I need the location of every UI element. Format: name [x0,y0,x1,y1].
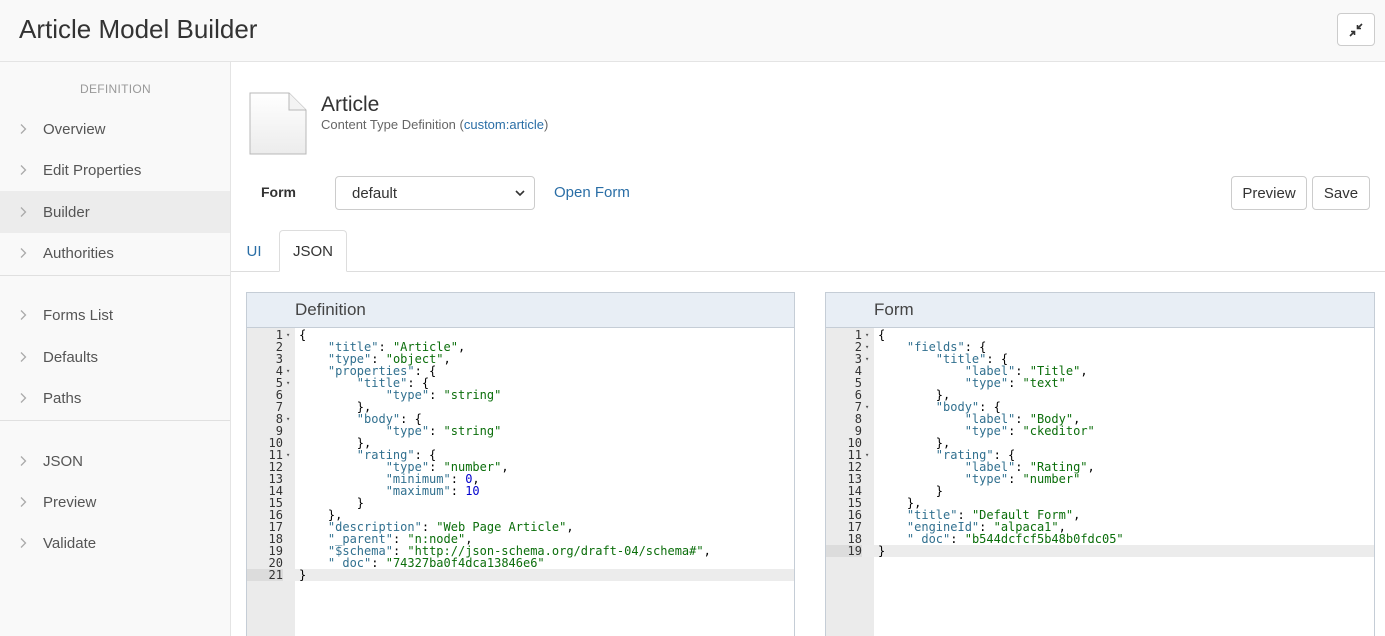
form-editor[interactable]: 1 ▾{2 ▾ "fields": {3 ▾ "title": {4 "label":… [826,328,1374,557]
sidebar-item-paths[interactable]: Paths [0,377,230,419]
chevron-right-icon [0,206,43,218]
line-number: 19 [826,545,862,557]
collapse-button[interactable] [1337,13,1375,46]
subtitle-suffix: ) [544,117,549,132]
chevron-right-icon [0,164,43,176]
form-panel-title: Form [826,293,1374,328]
sidebar: DEFINITION Overview Edit Properties Builde… [0,62,231,636]
tab-ui[interactable]: UI [231,230,277,272]
sidebar-item-label: Paths [43,389,82,407]
sidebar-item-label: Validate [43,534,97,552]
compress-arrows-icon [1349,22,1363,37]
sidebar-item-label: JSON [43,452,84,470]
fold-caret-icon[interactable]: ▾ [865,353,873,365]
content-type-title: Article [321,93,380,116]
chevron-right-icon [0,455,43,467]
fold-caret-icon[interactable]: ▾ [286,377,294,389]
form-label: Form [261,184,296,200]
code-text: } [878,544,886,558]
code-line[interactable]: 21} [247,569,794,581]
chevron-right-icon [0,392,43,404]
fold-caret-icon[interactable]: ▾ [865,449,873,461]
sidebar-item-authorities[interactable]: Authorities [0,232,230,274]
code-text: "_doc": "74327ba0f4dca13846e6" [327,556,545,570]
chevron-right-icon [0,496,43,508]
fold-caret-icon[interactable]: ▾ [865,341,873,353]
code-line[interactable]: 20 "_doc": "74327ba0f4dca13846e6" [247,557,794,569]
sidebar-item-label: Edit Properties [43,161,142,179]
sidebar-item-label: Authorities [43,244,114,262]
content-type-qname-link[interactable]: custom:article [464,117,544,132]
code-text: } [299,568,307,582]
app-title: Article Model Builder [19,14,258,44]
sidebar-item-edit-properties[interactable]: Edit Properties [0,149,230,191]
code-text: "_doc": "b544dcfcf5b48b0fdc05" [906,532,1124,546]
sidebar-item-forms-list[interactable]: Forms List [0,294,230,336]
definition-panel: Definition 1 ▾{2 "title": "Article", 3 "ty… [246,292,795,636]
fold-caret-icon[interactable]: ▾ [865,329,873,341]
fold-caret-icon[interactable]: ▾ [286,413,294,425]
sidebar-item-builder[interactable]: Builder [0,191,230,233]
sidebar-divider [0,420,230,421]
sidebar-item-validate[interactable]: Validate [0,522,230,564]
chevron-right-icon [0,351,43,363]
subtitle-prefix: Content Type Definition ( [321,117,464,132]
sidebar-item-preview[interactable]: Preview [0,481,230,523]
sidebar-item-defaults[interactable]: Defaults [0,336,230,378]
tab-json[interactable]: JSON [279,230,347,272]
sidebar-heading: DEFINITION [80,82,151,96]
sidebar-item-label: Builder [43,203,90,221]
content-type-subtitle: Content Type Definition (custom:article) [321,117,548,132]
chevron-right-icon [0,309,43,321]
main-content: Article Content Type Definition (custom:… [231,62,1385,636]
sidebar-item-label: Preview [43,493,97,511]
sidebar-divider [0,275,230,276]
fold-caret-icon[interactable]: ▾ [865,401,873,413]
chevron-right-icon [0,537,43,549]
fold-caret-icon[interactable]: ▾ [286,365,294,377]
chevron-right-icon [0,123,43,135]
sidebar-item-json[interactable]: JSON [0,440,230,482]
chevron-down-icon [515,190,525,197]
tabs-divider [231,271,1385,272]
sidebar-item-overview[interactable]: Overview [0,108,230,150]
sidebar-item-label: Forms List [43,306,114,324]
fold-caret-icon[interactable]: ▾ [286,329,294,341]
chevron-right-icon [0,247,43,259]
sidebar-item-label: Overview [43,120,106,138]
code-line[interactable]: 18 "_doc": "b544dcfcf5b48b0fdc05" [826,533,1374,545]
code-line[interactable]: 19} [826,545,1374,557]
form-select-value: default [352,184,398,202]
document-icon [249,92,307,155]
fold-caret-icon[interactable]: ▾ [286,449,294,461]
open-form-link[interactable]: Open Form [554,184,630,201]
definition-panel-title: Definition [247,293,794,328]
save-button[interactable]: Save [1312,176,1370,210]
sidebar-item-label: Defaults [43,348,99,366]
line-number: 21 [247,569,283,581]
preview-button[interactable]: Preview [1231,176,1307,210]
definition-editor[interactable]: 1 ▾{2 "title": "Article", 3 "type": "objec… [247,328,794,581]
top-bar: Article Model Builder [0,0,1385,62]
form-panel: Form 1 ▾{2 ▾ "fields": {3 ▾ "title": {4 "la… [825,292,1375,636]
form-select[interactable]: default [335,176,535,210]
